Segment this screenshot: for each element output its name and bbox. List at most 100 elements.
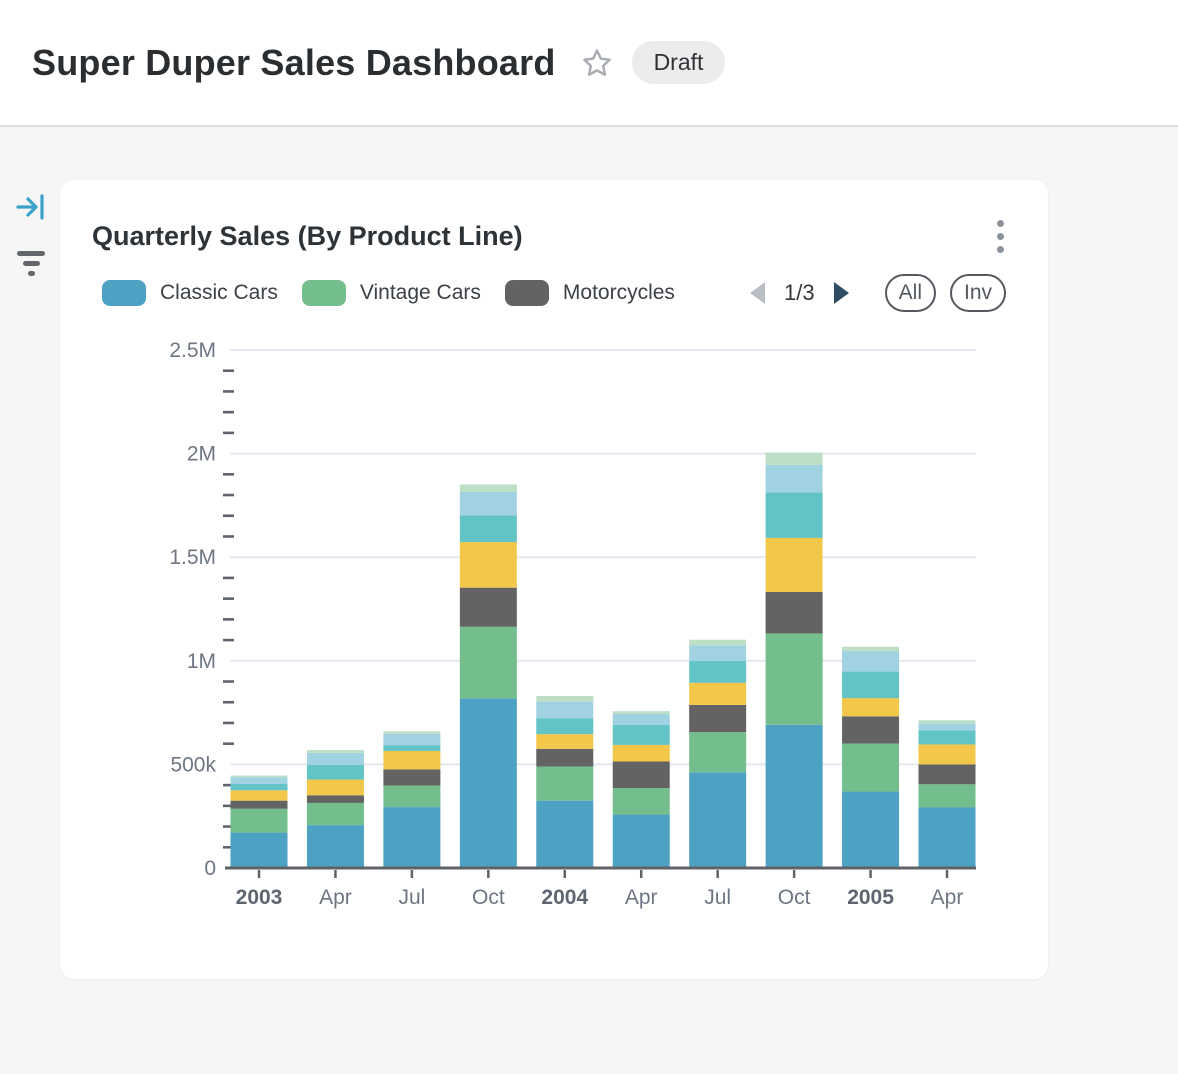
legend-swatch (102, 280, 146, 306)
bar-segment-motorcycles[interactable] (231, 801, 288, 809)
bar-segment-series-4[interactable] (842, 698, 899, 716)
bar-segment-vintage-cars[interactable] (536, 766, 593, 800)
bar-segment-series-5[interactable] (383, 745, 440, 751)
legend-invert-button[interactable]: Inv (950, 274, 1006, 312)
bar-segment-classic-cars[interactable] (460, 698, 517, 868)
bar-segment-series-7[interactable] (613, 711, 670, 714)
bar-segment-series-4[interactable] (383, 751, 440, 769)
bar-segment-series-6[interactable] (613, 714, 670, 725)
bar-segment-classic-cars[interactable] (536, 801, 593, 868)
bar-segment-classic-cars[interactable] (307, 825, 364, 868)
bar-segment-series-5[interactable] (307, 765, 364, 780)
kebab-menu-icon[interactable] (989, 216, 1012, 257)
bar-segment-series-6[interactable] (766, 465, 823, 493)
bar-segment-series-4[interactable] (919, 745, 976, 765)
legend-select-all-button[interactable]: All (885, 274, 936, 312)
legend-item-classic-cars[interactable]: Classic Cars (102, 280, 278, 306)
legend-next-icon[interactable] (829, 279, 853, 307)
legend-item-motorcycles[interactable]: Motorcycles (505, 280, 675, 306)
bar-segment-series-5[interactable] (919, 730, 976, 744)
bar-segment-series-7[interactable] (919, 720, 976, 723)
collapse-panel-icon[interactable] (14, 190, 48, 224)
x-tick-label: 2005 (847, 886, 894, 909)
bar-segment-vintage-cars[interactable] (689, 732, 746, 772)
bar-segment-series-6[interactable] (383, 734, 440, 745)
bar-segment-series-5[interactable] (689, 661, 746, 683)
legend-label: Motorcycles (563, 281, 675, 305)
bar-segment-motorcycles[interactable] (460, 588, 517, 627)
card-title-row: Quarterly Sales (By Product Line) (92, 218, 1012, 254)
bar-segment-series-6[interactable] (307, 753, 364, 765)
bar-segment-series-7[interactable] (231, 776, 288, 778)
bar-segment-classic-cars[interactable] (613, 815, 670, 868)
legend-controls: 1/3 All Inv (746, 274, 1006, 312)
bar-segment-series-5[interactable] (460, 516, 517, 543)
y-tick-label: 1.5M (169, 546, 216, 569)
bar-segment-series-7[interactable] (383, 731, 440, 733)
bar-segment-series-4[interactable] (460, 542, 517, 588)
bar-segment-series-6[interactable] (231, 777, 288, 783)
bar-segment-motorcycles[interactable] (689, 705, 746, 732)
bar-segment-vintage-cars[interactable] (842, 743, 899, 791)
bar-segment-classic-cars[interactable] (766, 725, 823, 868)
bar-segment-series-7[interactable] (766, 453, 823, 465)
bar-segment-series-4[interactable] (689, 683, 746, 705)
bar-segment-series-6[interactable] (460, 492, 517, 516)
bar-segment-classic-cars[interactable] (919, 807, 976, 868)
bar-segment-motorcycles[interactable] (842, 716, 899, 743)
y-tick-label: 1M (187, 650, 216, 673)
bar-segment-vintage-cars[interactable] (307, 803, 364, 825)
bar-segment-series-6[interactable] (842, 651, 899, 672)
status-badge: Draft (632, 41, 726, 84)
bar-segment-series-7[interactable] (536, 696, 593, 702)
legend-prev-icon[interactable] (746, 279, 770, 307)
bar-segment-series-7[interactable] (307, 750, 364, 753)
bar-segment-vintage-cars[interactable] (383, 786, 440, 808)
bar-segment-series-7[interactable] (689, 640, 746, 646)
bar-segment-motorcycles[interactable] (613, 761, 670, 788)
bar-segment-series-5[interactable] (231, 784, 288, 791)
bar-segment-vintage-cars[interactable] (919, 784, 976, 807)
bar-segment-series-4[interactable] (231, 790, 288, 800)
y-tick-label: 0 (204, 857, 216, 880)
bar-segment-classic-cars[interactable] (231, 833, 288, 868)
bar-segment-motorcycles[interactable] (383, 769, 440, 785)
bar-segment-classic-cars[interactable] (842, 792, 899, 868)
chart-title: Quarterly Sales (By Product Line) (92, 221, 523, 252)
bar-segment-classic-cars[interactable] (383, 807, 440, 868)
legend-page-indicator: 1/3 (784, 280, 815, 306)
x-tick-label: Apr (319, 886, 352, 909)
bar-segment-series-5[interactable] (842, 672, 899, 699)
bar-segment-series-6[interactable] (536, 702, 593, 719)
legend-swatch (505, 280, 549, 306)
filter-icon[interactable] (14, 246, 48, 280)
bar-segment-vintage-cars[interactable] (231, 809, 288, 833)
quarterly-sales-chart[interactable]: 0500k1M1.5M2M2.5M2003AprJulOct2004AprJul… (60, 330, 1048, 950)
bar-segment-series-4[interactable] (613, 745, 670, 762)
bar-segment-series-6[interactable] (919, 724, 976, 731)
x-tick-label: Apr (625, 886, 658, 909)
x-tick-label: Oct (472, 886, 505, 909)
bar-segment-vintage-cars[interactable] (460, 627, 517, 698)
bar-segment-series-5[interactable] (536, 718, 593, 734)
bar-segment-series-4[interactable] (536, 734, 593, 749)
bar-segment-classic-cars[interactable] (689, 772, 746, 868)
bar-segment-series-5[interactable] (613, 725, 670, 745)
bar-segment-series-4[interactable] (307, 780, 364, 796)
favorite-star-icon[interactable] (580, 46, 614, 80)
bar-segment-motorcycles[interactable] (919, 764, 976, 784)
bar-segment-series-7[interactable] (842, 647, 899, 651)
bar-segment-series-5[interactable] (766, 492, 823, 538)
bar-segment-motorcycles[interactable] (766, 592, 823, 633)
bar-segment-motorcycles[interactable] (536, 749, 593, 767)
dashboard-title: Super Duper Sales Dashboard (32, 42, 556, 84)
bar-segment-series-4[interactable] (766, 538, 823, 592)
bar-segment-series-7[interactable] (460, 484, 517, 491)
legend-swatch (302, 280, 346, 306)
bar-segment-motorcycles[interactable] (307, 795, 364, 803)
bar-segment-vintage-cars[interactable] (613, 788, 670, 815)
legend-item-vintage-cars[interactable]: Vintage Cars (302, 280, 481, 306)
app-header: Super Duper Sales Dashboard Draft (0, 0, 1178, 127)
bar-segment-vintage-cars[interactable] (766, 633, 823, 724)
bar-segment-series-6[interactable] (689, 645, 746, 661)
